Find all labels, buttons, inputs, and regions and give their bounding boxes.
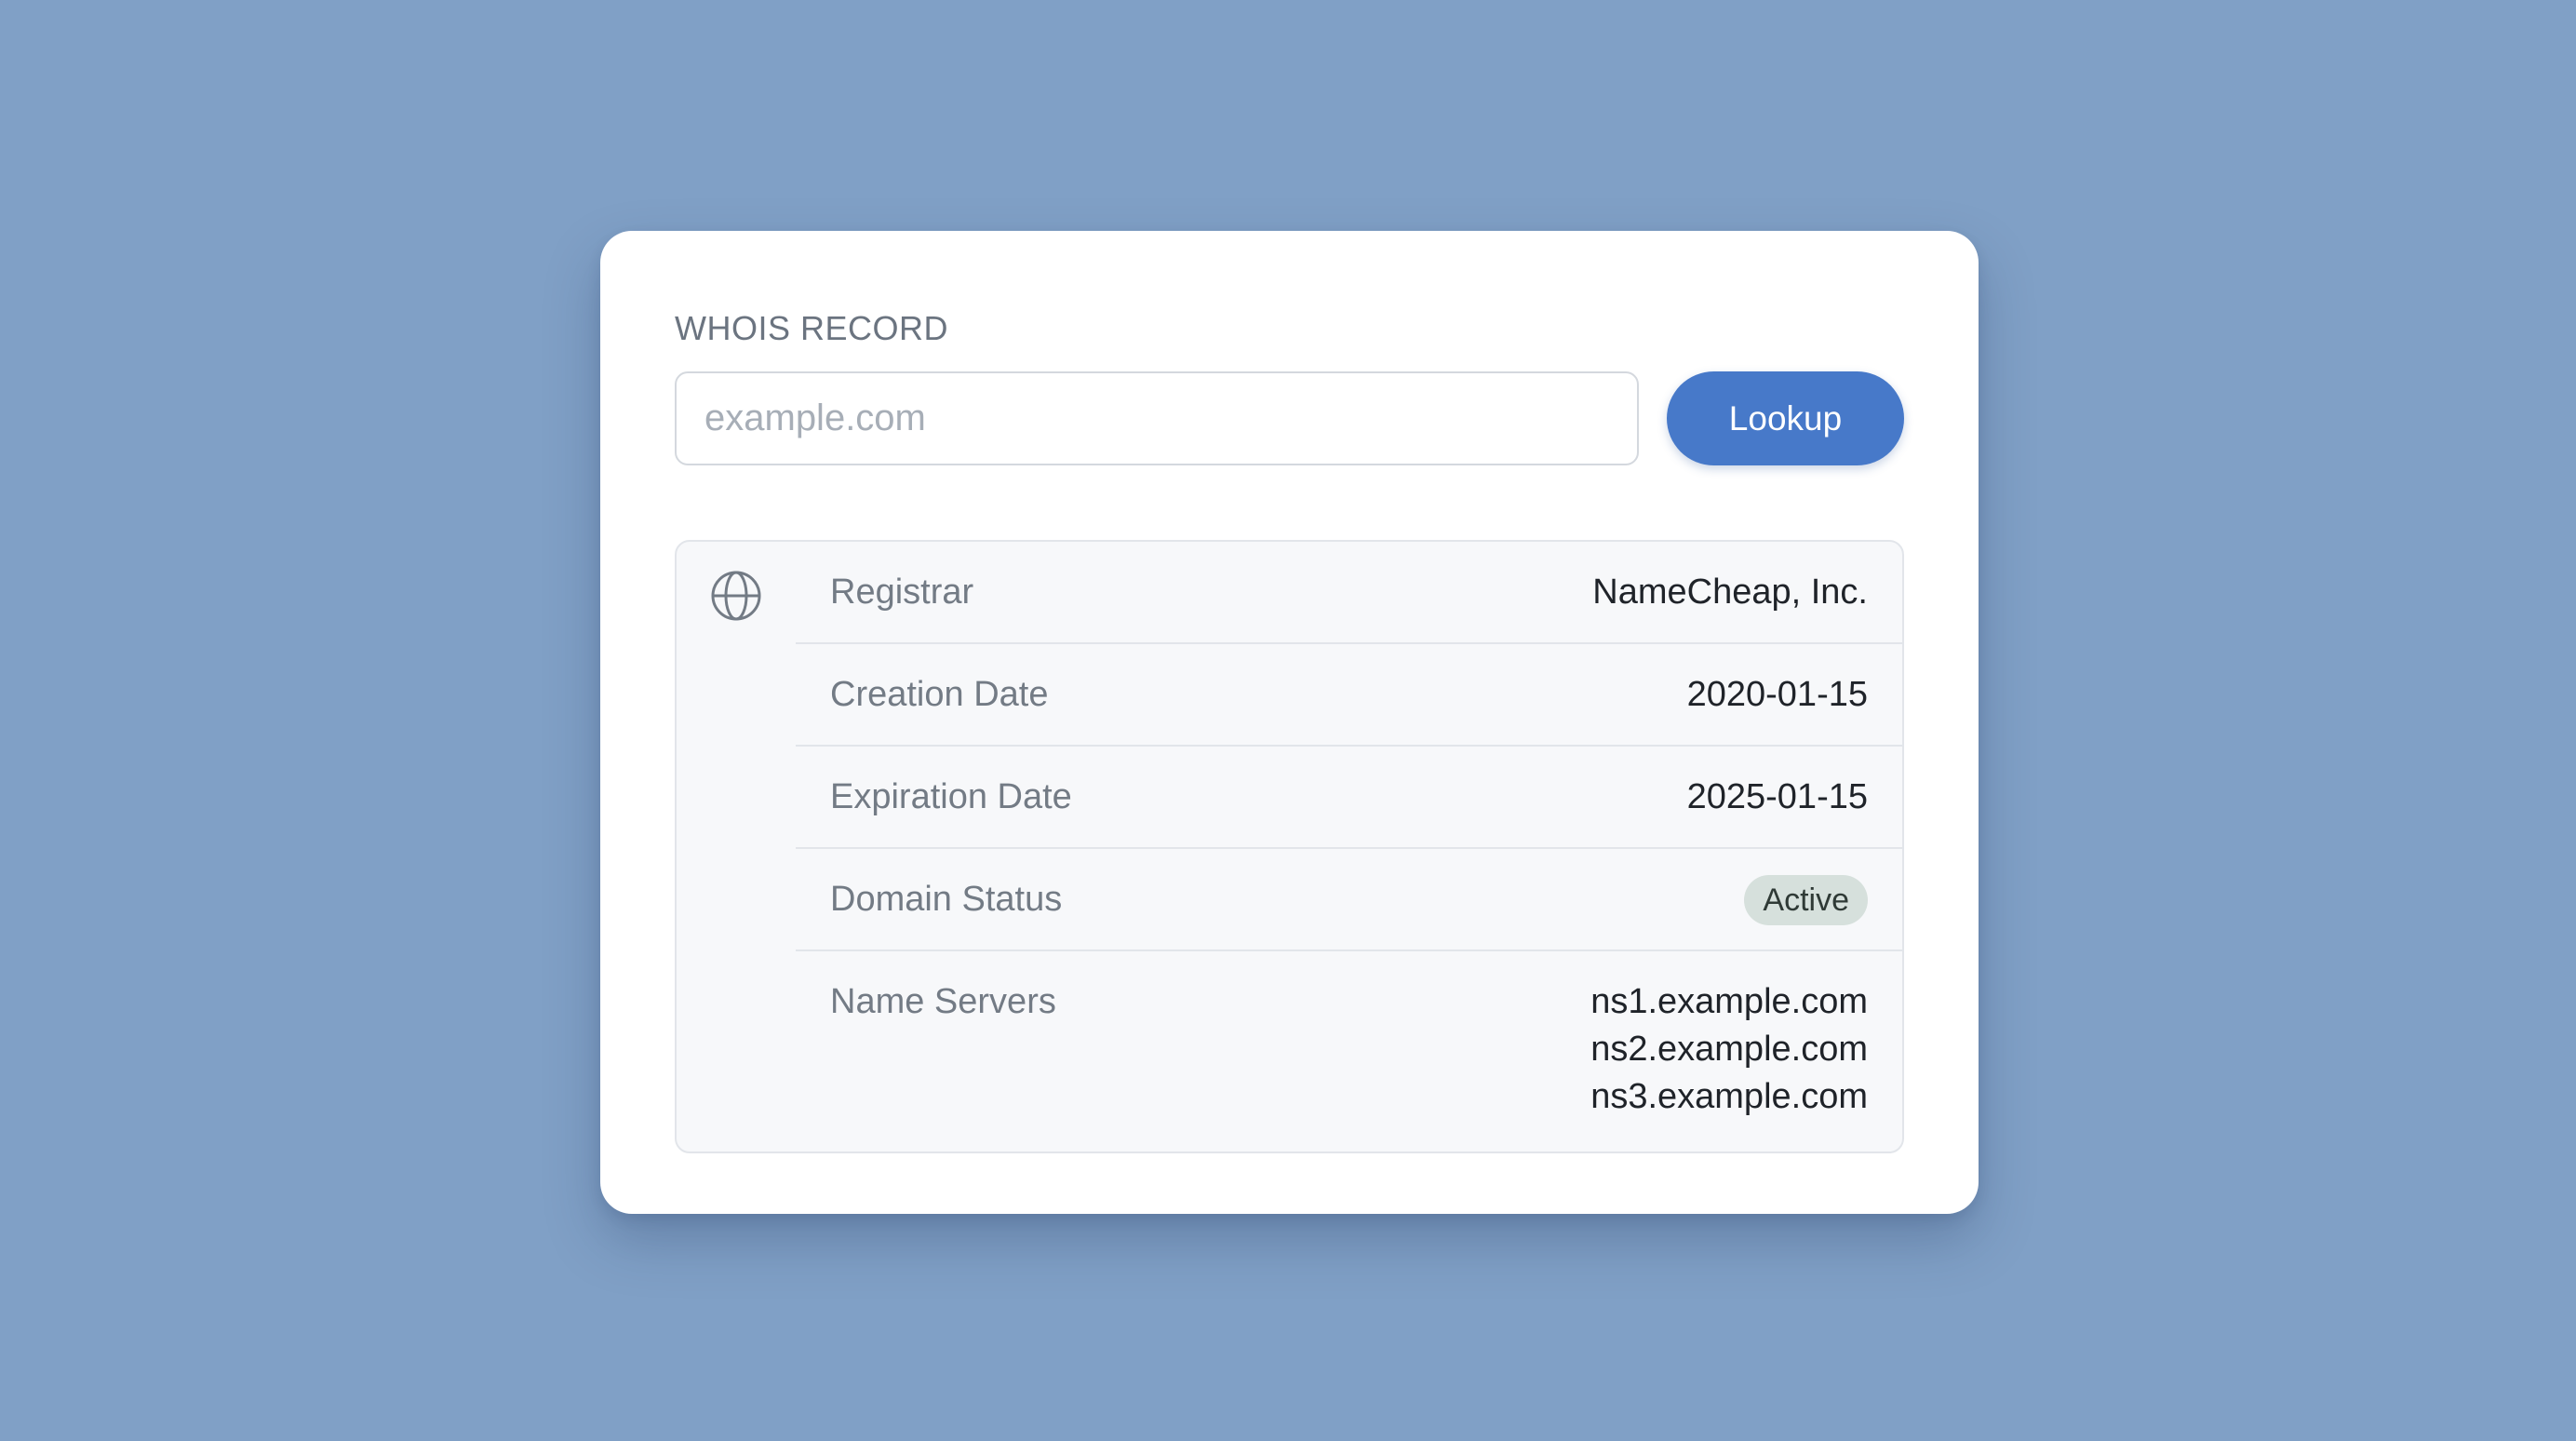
row-label: Creation Date xyxy=(830,675,1049,714)
row-label: Name Servers xyxy=(830,982,1056,1021)
whois-row-name-servers: Name Servers ns1.example.com ns2.example… xyxy=(796,951,1902,1147)
lookup-button[interactable]: Lookup xyxy=(1667,371,1904,465)
domain-search-input[interactable] xyxy=(675,371,1639,465)
expiration-date-value: 2025-01-15 xyxy=(1686,777,1868,816)
globe-icon xyxy=(711,571,761,621)
name-server-item: ns1.example.com xyxy=(1590,982,1868,1021)
whois-row-expiration-date: Expiration Date 2025-01-15 xyxy=(796,747,1902,849)
whois-row-registrar: Registrar NameCheap, Inc. xyxy=(796,542,1902,644)
creation-date-value: 2020-01-15 xyxy=(1686,675,1868,714)
whois-row-domain-status: Domain Status Active xyxy=(796,849,1902,951)
whois-row-creation-date: Creation Date 2020-01-15 xyxy=(796,644,1902,747)
row-label: Registrar xyxy=(830,572,974,612)
row-label: Domain Status xyxy=(830,880,1063,919)
name-server-item: ns3.example.com xyxy=(1590,1077,1868,1116)
name-server-item: ns2.example.com xyxy=(1590,1030,1868,1069)
registrar-value: NameCheap, Inc. xyxy=(1592,572,1868,612)
whois-fields: Registrar NameCheap, Inc. Creation Date … xyxy=(796,542,1902,1147)
status-badge: Active xyxy=(1744,875,1868,925)
row-label: Expiration Date xyxy=(830,777,1072,816)
whois-card: WHOIS RECORD Lookup Registrar NameCheap,… xyxy=(600,231,1979,1214)
whois-result-panel: Registrar NameCheap, Inc. Creation Date … xyxy=(675,540,1904,1153)
name-server-list: ns1.example.com ns2.example.com ns3.exam… xyxy=(1590,978,1868,1121)
section-title: WHOIS RECORD xyxy=(675,309,948,347)
